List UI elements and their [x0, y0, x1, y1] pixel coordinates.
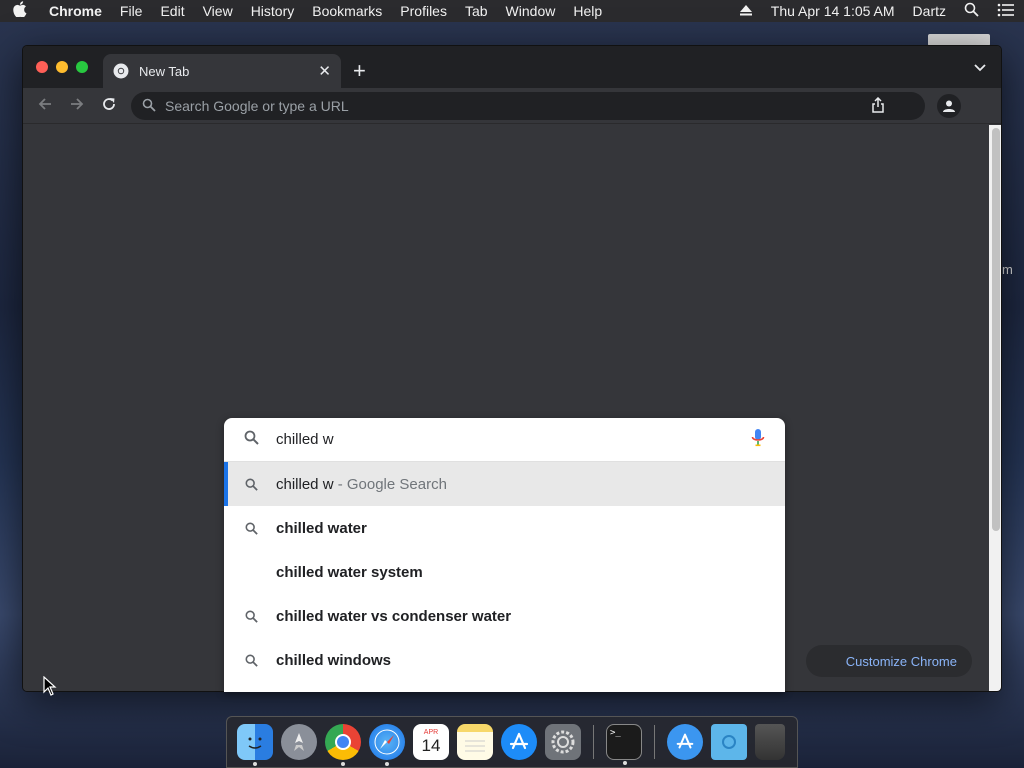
suggestion-text: chilled w — [276, 475, 334, 493]
customize-chrome-label: Customize Chrome — [845, 653, 957, 669]
chrome-favicon-icon — [113, 63, 129, 79]
omnibox-search-icon — [142, 98, 156, 115]
window-close-button[interactable] — [36, 61, 48, 73]
dock-separator — [593, 725, 594, 759]
share-icon[interactable] — [871, 96, 885, 116]
search-box[interactable]: chilled w — [224, 418, 785, 462]
menu-history[interactable]: History — [242, 3, 304, 19]
mouse-cursor-icon — [43, 675, 57, 701]
search-icon — [245, 610, 259, 623]
toolbar: Search Google or type a URL — [23, 88, 1001, 124]
spotlight-icon[interactable] — [955, 2, 988, 20]
scrollbar-thumb[interactable] — [992, 128, 1000, 531]
menu-tab[interactable]: Tab — [456, 3, 497, 19]
profile-avatar-icon[interactable] — [937, 94, 961, 118]
suggestion-text: chilled water — [276, 519, 367, 537]
menu-file[interactable]: File — [111, 3, 152, 19]
dock: APR 14 >_ — [226, 716, 798, 768]
new-tab-button[interactable]: + — [353, 58, 366, 84]
microphone-icon[interactable] — [751, 428, 765, 452]
suggestion-row[interactable]: chilled water — [224, 506, 785, 550]
menubar-user[interactable]: Dartz — [904, 3, 955, 19]
terminal-prompt-label: >_ — [610, 728, 621, 738]
eject-icon[interactable] — [730, 3, 762, 19]
notes-icon[interactable] — [457, 724, 493, 760]
downloads-folder-icon[interactable] — [711, 724, 747, 760]
search-autocomplete-dropdown: chilled w chilled w - Google Search chil… — [224, 418, 785, 692]
menubar-clock[interactable]: Thu Apr 14 1:05 AM — [762, 3, 904, 19]
launchpad-icon[interactable] — [281, 724, 317, 760]
menubar: Chrome File Edit View History Bookmarks … — [0, 0, 1024, 22]
suggestion-hint: - Google Search — [333, 475, 447, 493]
calendar-day-label: 14 — [421, 736, 441, 755]
search-icon — [244, 430, 260, 449]
dock-separator — [654, 725, 655, 759]
menu-window[interactable]: Window — [497, 3, 565, 19]
tab-title: New Tab — [139, 63, 190, 79]
menu-help[interactable]: Help — [564, 3, 611, 19]
calendar-icon[interactable]: APR 14 — [413, 724, 449, 760]
search-icon — [245, 522, 259, 535]
suggestion-text: chilled water vs condenser water — [276, 607, 512, 625]
suggestion-text: chilled water system — [276, 563, 423, 581]
suggestion-text: chilled windows — [276, 651, 392, 669]
window-zoom-button[interactable] — [76, 61, 88, 73]
forward-arrow-icon[interactable] — [69, 96, 85, 117]
tab-new-tab[interactable]: New Tab ✕ — [103, 54, 341, 88]
notification-center-icon[interactable] — [988, 3, 1024, 20]
customize-chrome-button[interactable]: Customize Chrome — [806, 645, 972, 677]
chrome-app-icon[interactable] — [325, 724, 361, 766]
suggestion-row[interactable]: chilled w - Google Search — [224, 462, 785, 506]
app-store-icon[interactable] — [501, 724, 537, 760]
omnibox-placeholder: Search Google or type a URL — [165, 98, 349, 114]
suggestion-row[interactable]: chilled water vs condenser water — [224, 594, 785, 638]
search-icon — [245, 478, 259, 491]
system-preferences-icon[interactable] — [545, 724, 581, 760]
tab-close-icon[interactable]: ✕ — [318, 62, 331, 80]
apple-menu-icon[interactable] — [0, 1, 40, 21]
menu-bookmarks[interactable]: Bookmarks — [303, 3, 391, 19]
tab-strip: New Tab ✕ + — [23, 46, 1001, 88]
trash-icon[interactable] — [755, 724, 785, 760]
search-icon — [245, 654, 259, 667]
suggestion-row[interactable]: chilled water system — [224, 550, 785, 594]
menu-edit[interactable]: Edit — [151, 3, 193, 19]
safari-icon[interactable] — [369, 724, 405, 766]
reload-icon[interactable] — [101, 96, 117, 117]
tab-search-chevron-icon[interactable] — [973, 60, 987, 78]
terminal-icon[interactable]: >_ — [606, 724, 642, 765]
omnibox[interactable]: Search Google or type a URL — [131, 92, 925, 120]
window-minimize-button[interactable] — [56, 61, 68, 73]
suggestion-row[interactable]: chilled windows — [224, 638, 785, 682]
search-query-text[interactable]: chilled w — [276, 431, 334, 448]
menu-profiles[interactable]: Profiles — [391, 3, 456, 19]
menu-app-name[interactable]: Chrome — [40, 3, 111, 19]
applications-folder-icon[interactable] — [667, 724, 703, 760]
menu-view[interactable]: View — [194, 3, 242, 19]
desktop-partial-label: m — [1002, 262, 1013, 277]
finder-icon[interactable] — [237, 724, 273, 766]
back-arrow-icon[interactable] — [37, 96, 53, 117]
